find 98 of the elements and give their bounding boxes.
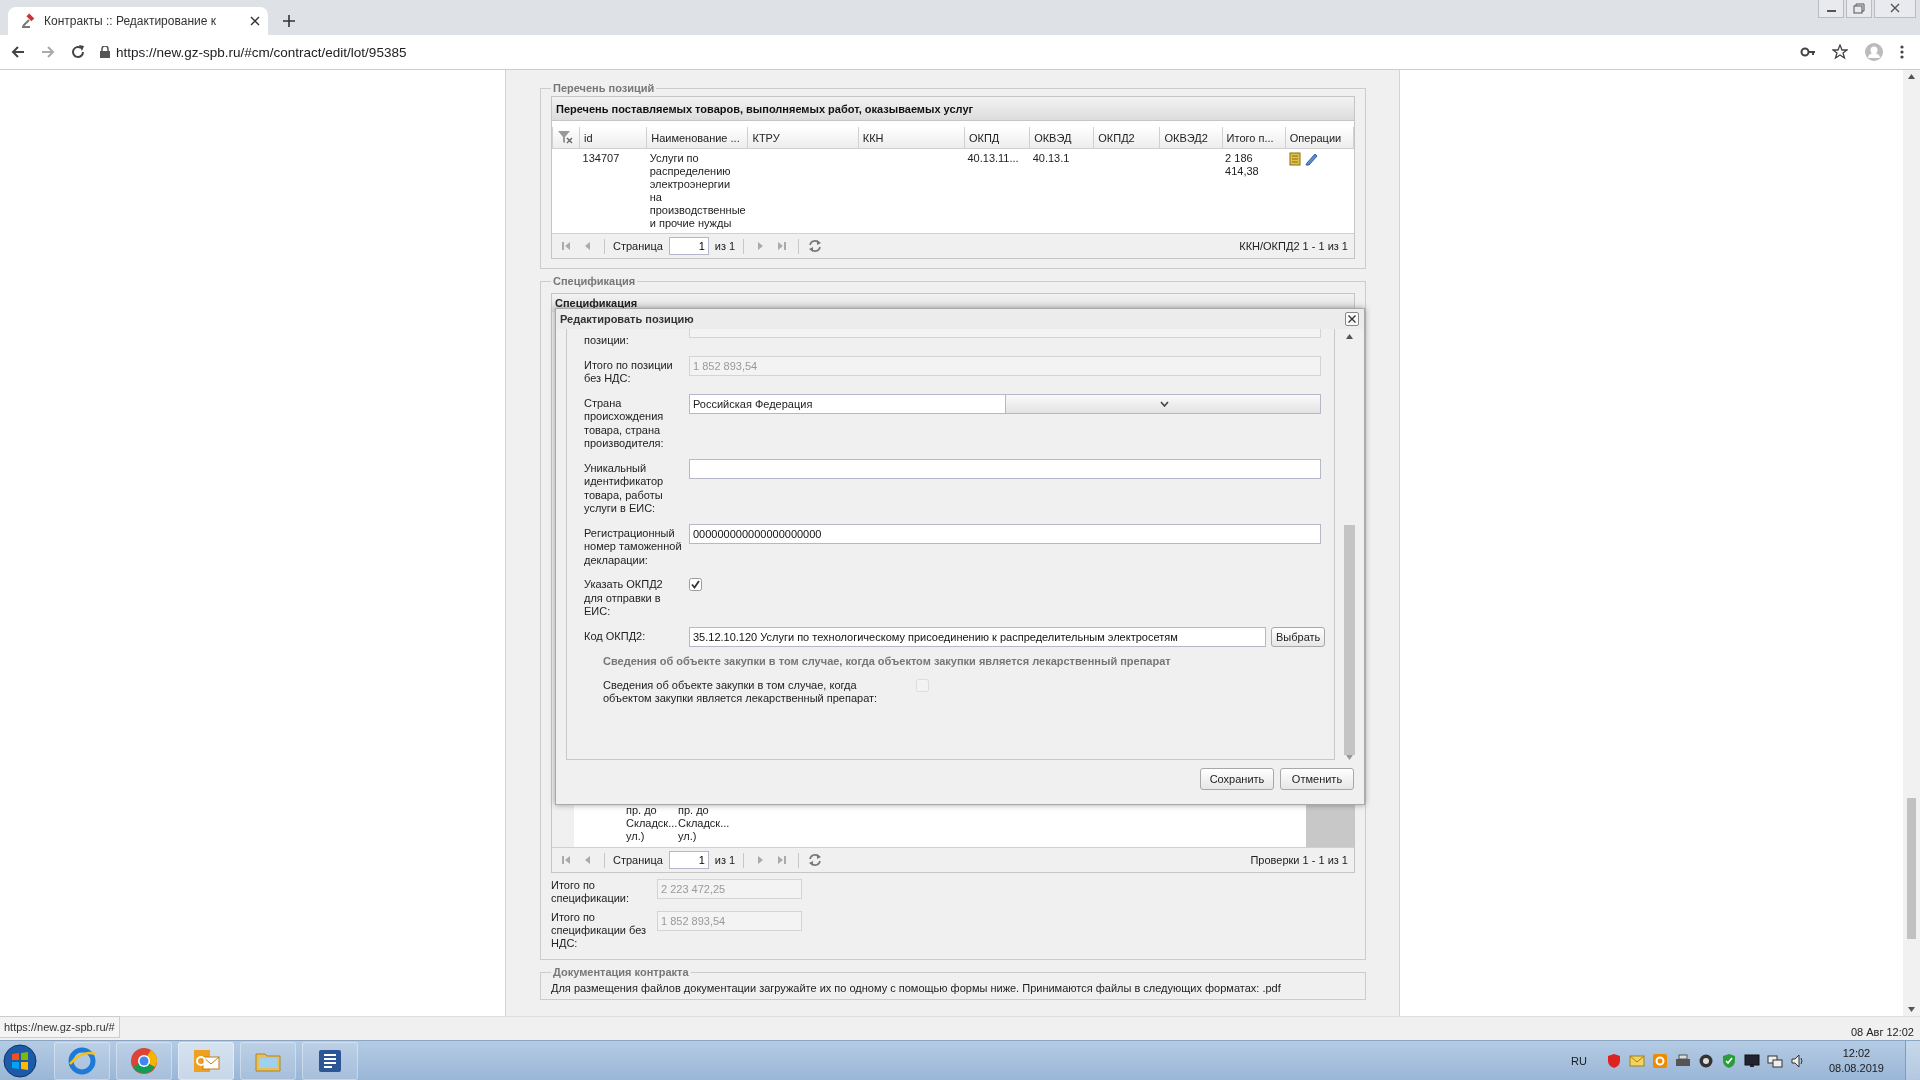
field-label: Уникальный идентификатор товара, работы услуги в ЕИС: — [584, 460, 665, 516]
total-field: 2 223 472,25 — [657, 879, 802, 899]
show-desktop-button[interactable] — [1905, 1040, 1920, 1080]
field-label: Страна происхождения товара, страна производителя: — [584, 395, 665, 451]
field-label: Итого по позиции без НДС: — [584, 357, 674, 386]
panel-title: Перечень поставляемых товаров, выполняемых работ, оказываемых услуг — [556, 102, 974, 115]
pager-summary: Проверки 1 - 1 из 1 — [1250, 854, 1348, 866]
column-header[interactable]: Операции — [1285, 127, 1354, 149]
speaker-icon[interactable] — [1789, 1052, 1806, 1069]
table-cell-text: пр. до Складск... ул.) — [626, 804, 676, 844]
column-header[interactable]: Итого п... — [1222, 127, 1286, 149]
dialog-button[interactable]: Отменить — [1280, 768, 1354, 790]
mail-icon[interactable] — [1628, 1052, 1645, 1069]
page-count: из 1 — [714, 240, 736, 252]
lock-icon — [100, 46, 110, 58]
last-page-icon[interactable] — [776, 854, 789, 866]
footer-time: 08 Авг 12:02 — [1850, 1024, 1914, 1038]
field-label: Сведения об объекте закупки в том случае, когда объектом закупки является лекарственный препарат: — [603, 678, 879, 706]
section-heading: Сведения об объекте закупки в том случае, когда объектом закупки является лекарственный препарат — [602, 654, 1172, 667]
close-button[interactable] — [1345, 312, 1359, 326]
text-field[interactable]: 35.12.10.120 Услуги по технологическому присоединению к распределительным электросетям — [689, 626, 1266, 647]
scroll-up-icon[interactable] — [1908, 74, 1915, 79]
column-header[interactable]: ККН — [858, 127, 965, 149]
column-header[interactable]: КТРУ — [747, 127, 859, 149]
table-cell: 40.13.11... — [967, 152, 1019, 164]
fieldset-legend: Перечень позиций — [551, 82, 657, 94]
last-page-icon[interactable] — [776, 240, 789, 252]
page-count: из 1 — [714, 854, 736, 866]
checkbox[interactable] — [689, 578, 702, 591]
star-icon[interactable] — [1832, 44, 1848, 60]
scrollbar-thumb[interactable] — [1344, 525, 1355, 755]
field-label: Регистрационный номер таможенной декларации: — [584, 525, 683, 567]
language-indicator[interactable]: RU — [1571, 1054, 1587, 1067]
pencil-icon[interactable] — [1304, 152, 1319, 166]
page-label: Страница — [613, 240, 663, 252]
field-label: Указать ОКПД2 для отправки в ЕИС: — [584, 577, 664, 619]
filter-icon[interactable] — [557, 129, 573, 144]
reload-icon[interactable] — [70, 44, 86, 60]
documents-note: Для размещения файлов документации загружайте их по одному с помощью формы ниже. Принимаются файлы в следующих форматах: .pdf — [551, 982, 1282, 994]
network-icon[interactable] — [1766, 1052, 1783, 1069]
total-field: 1 852 893,54 — [657, 911, 802, 931]
start-button[interactable] — [3, 1043, 37, 1078]
close-icon[interactable] — [250, 16, 260, 26]
column-header[interactable]: Наименование ... — [646, 127, 748, 149]
column-header[interactable]: id — [579, 127, 647, 149]
menu-icon[interactable] — [1900, 44, 1904, 60]
browser-tab[interactable]: Контракты :: Редактирование к — [8, 7, 268, 35]
field-label: позиции: — [584, 333, 630, 348]
select-button[interactable]: Выбрать — [1271, 626, 1326, 647]
first-page-icon[interactable] — [560, 854, 572, 866]
scrollbar-thumb[interactable] — [1907, 798, 1916, 939]
gavel-icon — [20, 13, 36, 29]
tab-title: Контракты :: Редактирование к — [44, 14, 217, 28]
dropdown-icon — [1159, 400, 1169, 407]
restore-icon[interactable] — [1846, 0, 1872, 18]
field-label: Итого по спецификации: — [551, 879, 631, 905]
first-page-icon[interactable] — [560, 240, 572, 252]
column-header[interactable]: ОКВЭД2 — [1159, 127, 1223, 149]
status-url: https://new.gz-spb.ru/# — [0, 1016, 120, 1038]
page-field[interactable]: 1 — [668, 237, 709, 255]
table-cell-text: пр. до Складск... ул.) — [678, 804, 728, 844]
browser-icon[interactable] — [129, 1045, 159, 1076]
close-icon — [1348, 315, 1356, 323]
scroll-down-icon[interactable] — [1908, 1007, 1915, 1012]
pager-summary: ККН/ОКПД2 1 - 1 из 1 — [1239, 240, 1348, 252]
refresh-icon[interactable] — [807, 238, 824, 254]
fieldset-legend: Документация контракта — [551, 966, 691, 978]
dialog-button[interactable]: Сохранить — [1200, 768, 1274, 790]
column-header[interactable]: ОКВЭД — [1029, 127, 1094, 149]
fieldset-legend: Спецификация — [551, 275, 638, 287]
forward-icon[interactable] — [40, 44, 56, 60]
dialog-title: Редактировать позицию — [560, 313, 695, 325]
column-header[interactable]: ОКПД2 — [1093, 127, 1160, 149]
scroll-up-icon[interactable] — [1346, 334, 1353, 339]
app-icon[interactable] — [1651, 1052, 1668, 1069]
field-label: Код ОКПД2: — [584, 628, 647, 643]
page-label: Страница — [613, 854, 663, 866]
plus-icon[interactable] — [282, 14, 296, 28]
field-label: Итого по спецификации без НДС: — [551, 911, 648, 950]
table-cell: 2 186 414,38 — [1225, 152, 1259, 177]
minimize-icon[interactable] — [1818, 0, 1844, 18]
table-cell: 40.13.1 — [1032, 152, 1070, 164]
refresh-icon[interactable] — [807, 852, 824, 868]
column-header[interactable]: ОКПД — [964, 127, 1030, 149]
country-select[interactable]: Российская Федерация — [689, 393, 1321, 414]
text-field[interactable] — [689, 458, 1321, 479]
text-field[interactable]: 000000000000000000000 — [689, 523, 1321, 544]
table-cell: 134707 — [582, 152, 620, 164]
panel-title: Спецификация — [555, 297, 638, 309]
page-field[interactable]: 1 — [668, 851, 709, 869]
table-cell: Услуги по распределению электроэнергии на производственные и прочие нужды — [649, 152, 746, 229]
monitor-icon[interactable] — [1743, 1052, 1760, 1069]
browser-icon[interactable] — [67, 1045, 97, 1076]
clock-date: 08.08.2019 — [1828, 1060, 1884, 1076]
printer-icon[interactable] — [1674, 1052, 1691, 1069]
address-bar[interactable]: https://new.gz-spb.ru/#cm/contract/edit/lot/95385 — [116, 44, 1800, 60]
back-icon[interactable] — [10, 44, 26, 60]
clock-time: 12:02 — [1842, 1045, 1871, 1061]
